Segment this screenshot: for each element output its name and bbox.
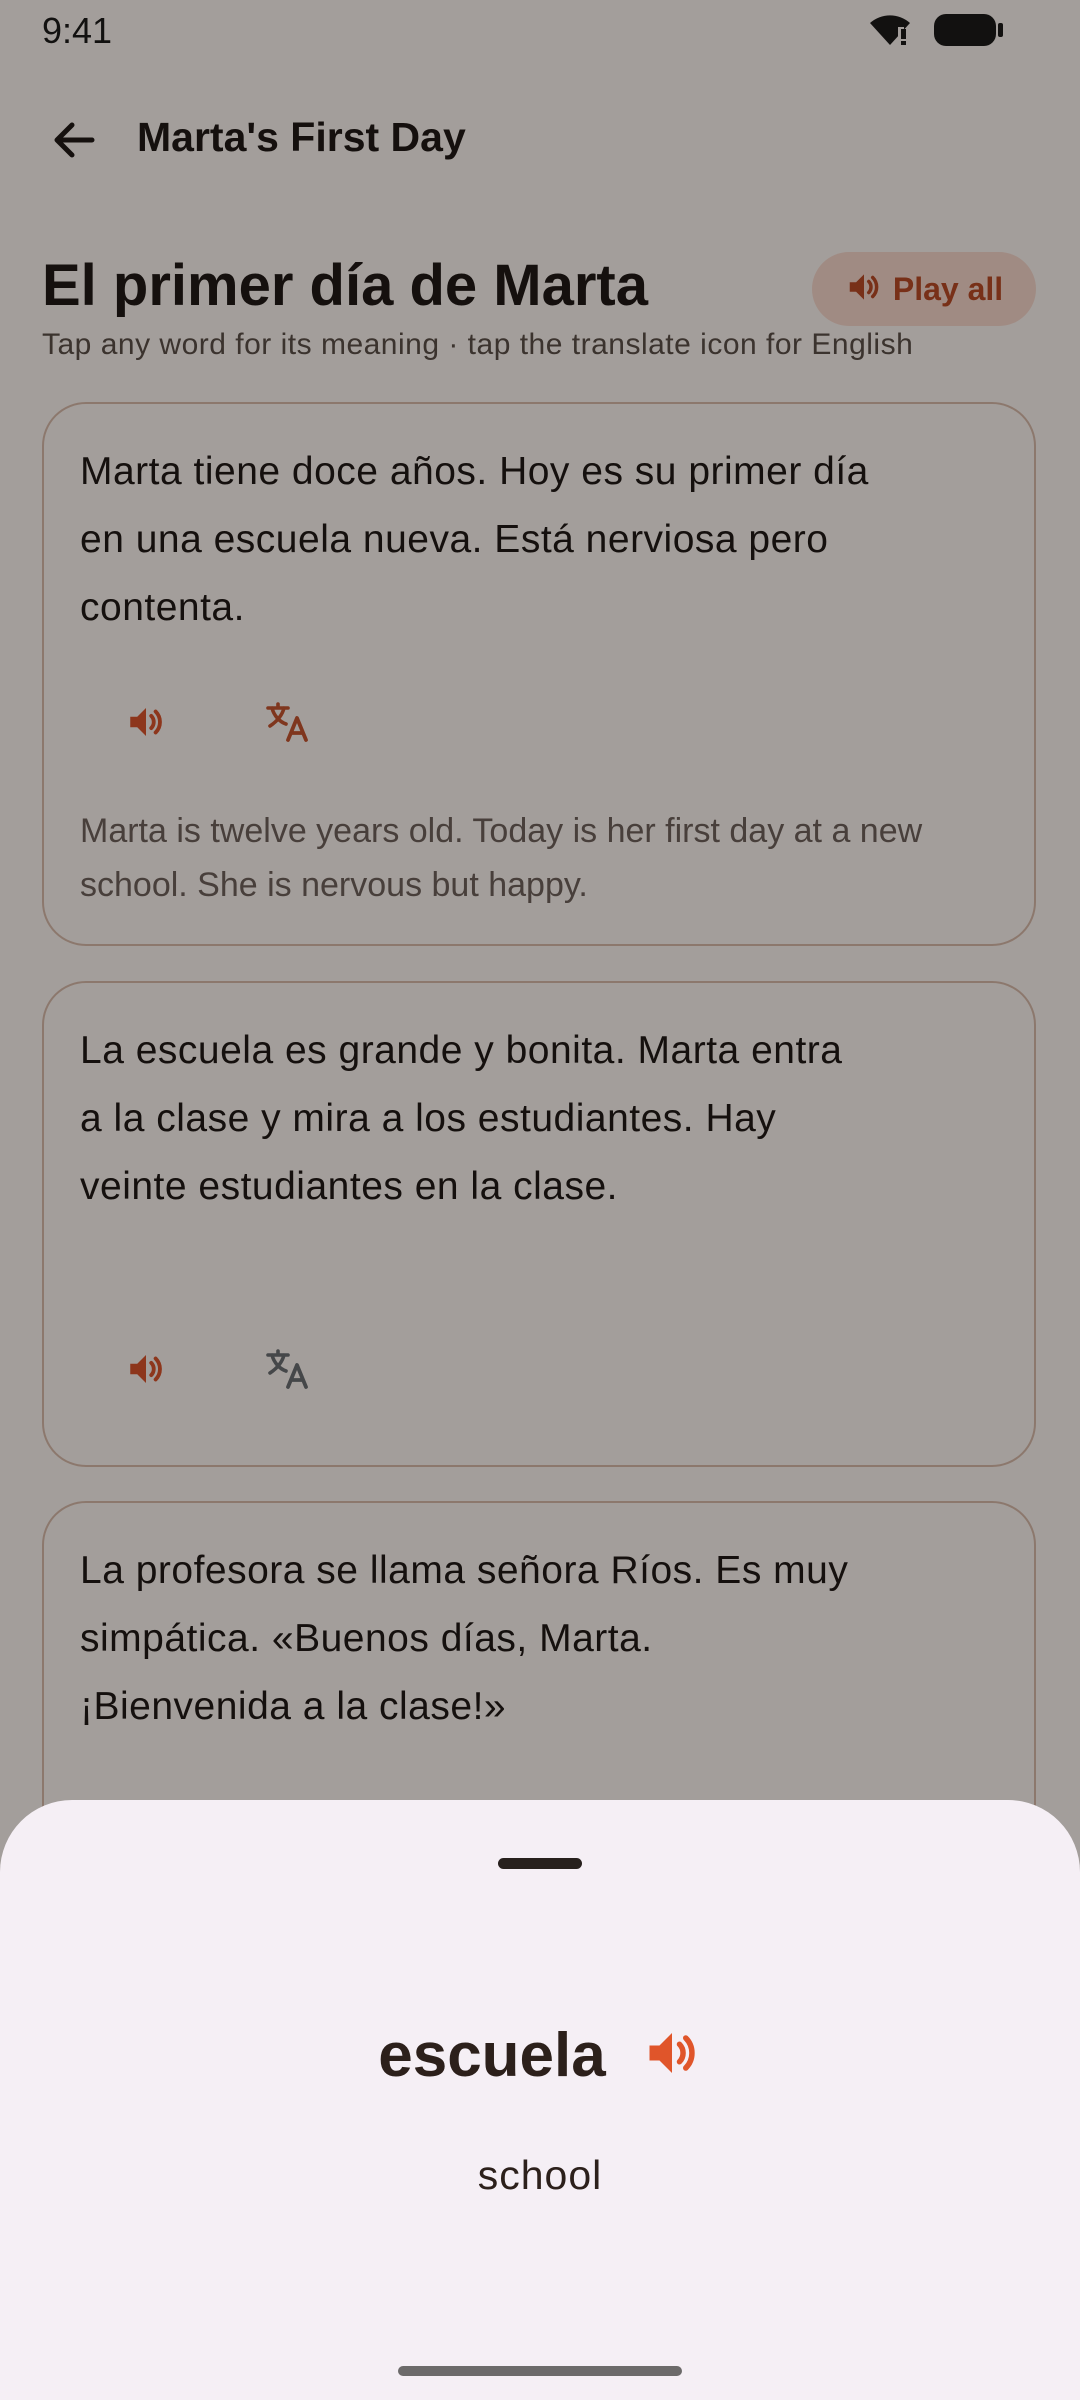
drag-handle[interactable] [498, 1858, 582, 1869]
word-row: escuela [0, 2020, 1080, 2091]
pronounce-button[interactable] [642, 2023, 702, 2088]
volume-icon [642, 2033, 702, 2087]
home-indicator[interactable] [398, 2366, 682, 2376]
word-meaning: school [477, 2152, 603, 2198]
word-meaning-sheet: escuela school [0, 1800, 1080, 2400]
selected-word: escuela [378, 2021, 606, 2090]
